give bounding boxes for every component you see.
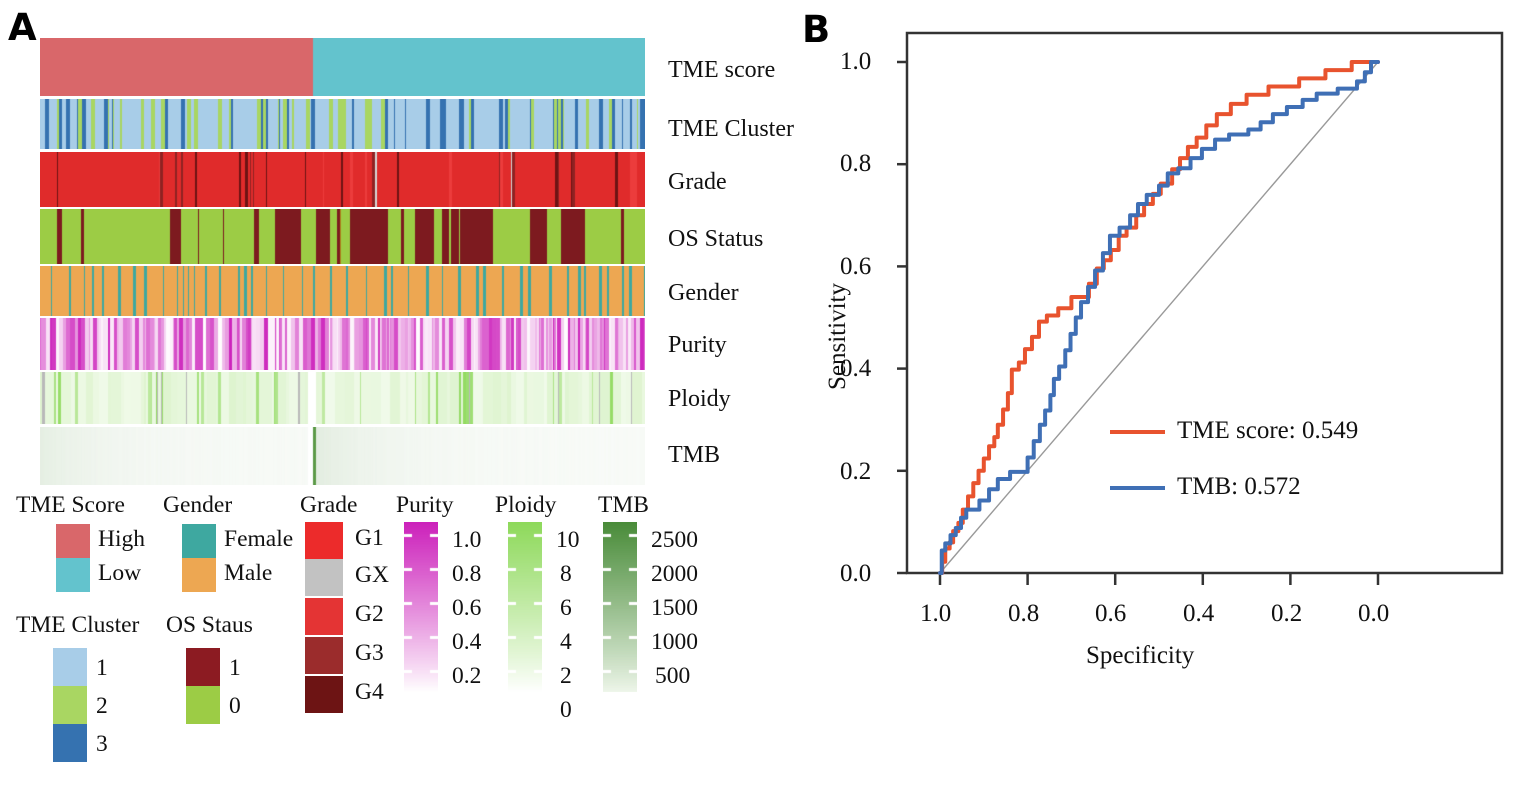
x-tick-2: 0.6 [1095,600,1127,627]
legend-label-tme-cluster-1: 1 [96,655,108,681]
legend-swatch-gender-female [182,524,216,558]
heatmap-row-tme-cluster [40,99,645,149]
y-tick-5: 0.0 [840,560,872,587]
legend-swatch-os-status-0 [186,686,220,724]
heatmap-row-label-os-status: OS Status [668,226,764,252]
x-tick-3: 0.4 [1183,600,1215,627]
legend-label-grade-g3: G3 [355,640,384,666]
legend-swatch-grade-g1 [305,522,343,559]
panel-b: B 1.0 0.8 0.6 0.4 0.2 0.0 1.0 0.8 0.6 0.… [790,0,1515,789]
legend-label-gender-male: Male [224,560,273,586]
colorbar-tick-ploidy-1: 8 [560,561,572,587]
colorbar-tick-tmb-4: 500 [655,663,691,689]
colorbar-tick-purity-4: 0.2 [452,663,482,689]
legend-swatch-grade-g4 [305,676,343,713]
legend-label-tme-cluster-3: 3 [96,731,108,757]
roc-legend-label-tmb: TMB: 0.572 [1177,473,1301,500]
legend-title-purity: Purity [396,492,454,518]
colorbar-tick-ploidy-0: 10 [556,527,580,553]
heatmap-row-tmb [40,427,645,485]
panel-a: A TME score TME Cluster Grade OS Status … [0,0,794,789]
y-tick-2: 0.6 [840,253,872,280]
legend-swatch-os-status-1 [186,648,220,686]
legend-swatch-grade-gx [305,559,343,596]
roc-legend-label-tme-score: TME score: 0.549 [1177,417,1359,444]
heatmap-row-ploidy [40,372,645,424]
colorbar-tick-tmb-3: 1000 [651,629,698,655]
legend-title-grade: Grade [300,492,358,518]
legend-swatch-grade-g3 [305,637,343,674]
x-tick-0: 1.0 [920,600,952,627]
legend-label-gender-female: Female [224,526,294,552]
heatmap-row-label-ploidy: Ploidy [668,386,731,412]
y-tick-1: 0.8 [840,150,872,177]
legend-title-gender: Gender [163,492,233,518]
heatmap-row-label-gender: Gender [668,280,739,306]
legend-title-tme-cluster: TME Cluster [16,612,140,638]
colorbar-tick-ploidy-4: 2 [560,663,572,689]
roc-legend-swatch-tmb [1110,486,1165,490]
legend-label-os-status-1: 1 [229,655,241,681]
colorbar-tick-ploidy-2: 6 [560,595,572,621]
heatmap-row-label-tme-cluster: TME Cluster [668,116,794,142]
legend-label-grade-g1: G1 [355,525,384,551]
roc-chart [897,31,1504,585]
colorbar-tick-tmb-1: 2000 [651,561,698,587]
x-tick-5: 0.0 [1358,600,1390,627]
colorbar-tick-tmb-2: 1500 [651,595,698,621]
heatmap-row-label-grade: Grade [668,169,727,195]
x-axis-title: Specificity [1086,642,1195,669]
heatmap-row-tme-score [40,38,645,96]
colorbar-tick-ploidy-5: 0 [560,697,572,723]
heatmap-row-os-status [40,209,645,264]
legend-label-grade-gx: GX [355,562,389,588]
legend-label-grade-g4: G4 [355,679,384,705]
roc-legend-swatch-tme-score [1110,430,1165,434]
colorbar-tick-purity-1: 0.8 [452,561,482,587]
heatmap-row-purity [40,318,645,370]
legend-label-tme-score-low: Low [98,560,142,586]
legend-label-tme-score-high: High [98,526,145,552]
heatmap-row-label-purity: Purity [668,332,727,358]
x-tick-1: 0.8 [1008,600,1040,627]
legend-swatch-tme-cluster-2 [53,686,87,724]
colorbar-tick-purity-2: 0.6 [452,595,482,621]
legend-label-tme-cluster-2: 2 [96,693,108,719]
legend-swatch-tme-cluster-3 [53,724,87,762]
legend-title-tmb: TMB [598,492,649,518]
colorbar-tick-ploidy-3: 4 [560,629,572,655]
heatmap-row-gender [40,266,645,316]
legend-swatch-grade-g2 [305,598,343,635]
colorbar-tick-purity-0: 1.0 [452,527,482,553]
legend-label-grade-g2: G2 [355,601,384,627]
panel-a-letter: A [8,6,37,49]
y-tick-4: 0.2 [840,458,872,485]
heatmap-row-label-tme-score: TME score [668,57,776,83]
colorbar-tmb [603,522,637,692]
legend-swatch-gender-male [182,558,216,592]
y-tick-0: 1.0 [840,48,872,75]
legend-title-os-status: OS Staus [166,612,253,638]
legend-swatch-tme-score-high [56,524,90,558]
colorbar-ploidy [508,522,542,692]
colorbar-tick-purity-3: 0.4 [452,629,482,655]
heatmap-row-grade [40,152,645,207]
legend-swatch-tme-cluster-1 [53,648,87,686]
colorbar-tick-tmb-0: 2500 [651,527,698,553]
y-axis-title: Sensitivity [824,283,851,390]
heatmap-row-label-tmb: TMB [668,442,721,468]
legend-title-tme-score: TME Score [16,492,125,518]
legend-label-os-status-0: 0 [229,693,241,719]
legend-swatch-tme-score-low [56,558,90,592]
colorbar-purity [404,522,438,692]
x-tick-4: 0.2 [1271,600,1303,627]
legend-title-ploidy: Ploidy [495,492,557,518]
